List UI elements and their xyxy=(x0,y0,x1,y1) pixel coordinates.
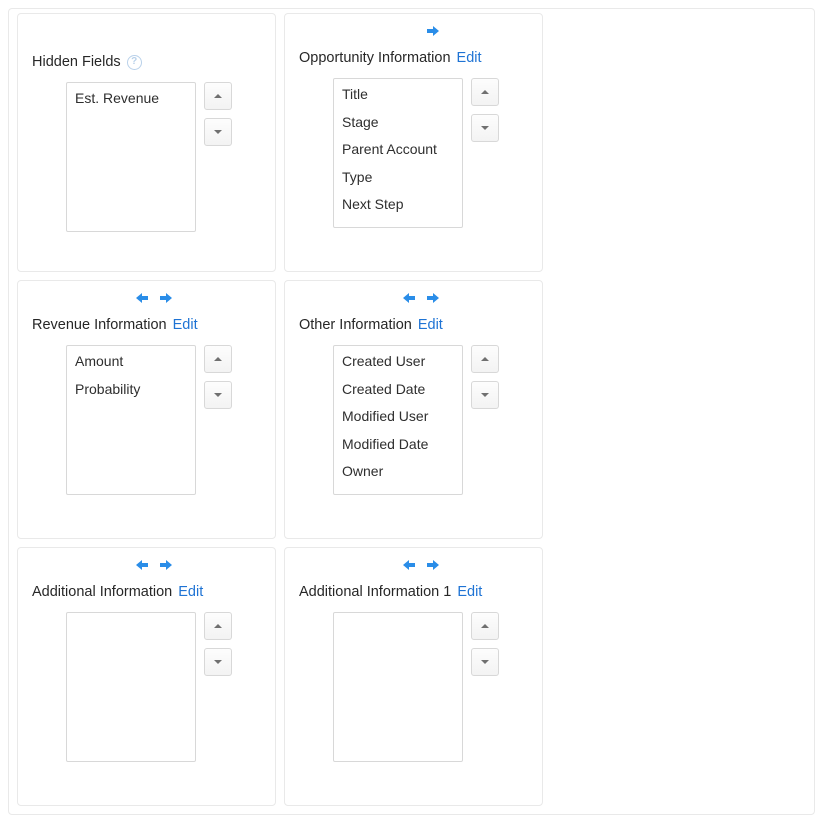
move-up-button[interactable] xyxy=(204,612,232,640)
help-icon[interactable]: ? xyxy=(127,55,142,70)
list-item[interactable]: Owner xyxy=(334,458,462,486)
section-body xyxy=(32,612,261,762)
section-title: Hidden Fields xyxy=(32,54,121,70)
cards-grid: Hidden Fields? Est. Revenue Opportunity In… xyxy=(17,13,806,806)
section-title: Opportunity Information xyxy=(299,50,451,66)
field-listbox[interactable] xyxy=(333,612,463,762)
list-item[interactable]: Modified User xyxy=(334,403,462,431)
list-item[interactable]: Type xyxy=(334,164,462,192)
section-header: Revenue Information Edit xyxy=(32,317,261,333)
list-item[interactable]: Amount xyxy=(67,348,195,376)
section-body: Est. Revenue xyxy=(32,82,261,232)
move-down-button[interactable] xyxy=(471,114,499,142)
move-down-button[interactable] xyxy=(204,381,232,409)
move-arrows xyxy=(32,289,261,307)
field-listbox[interactable]: TitleStageParent AccountTypeNext Step xyxy=(333,78,463,228)
edit-link[interactable]: Edit xyxy=(418,317,443,333)
move-right-icon[interactable] xyxy=(159,291,173,305)
move-right-icon[interactable] xyxy=(426,24,440,38)
field-listbox[interactable] xyxy=(66,612,196,762)
list-item[interactable]: Modified Date xyxy=(334,431,462,459)
reorder-buttons xyxy=(204,82,232,232)
move-arrows xyxy=(32,556,261,574)
move-arrows xyxy=(299,22,528,40)
move-up-button[interactable] xyxy=(471,345,499,373)
section-body: TitleStageParent AccountTypeNext Step xyxy=(299,78,528,228)
section-title: Additional Information 1 xyxy=(299,584,451,600)
section-header: Other Information Edit xyxy=(299,317,528,333)
list-item[interactable]: Title xyxy=(334,81,462,109)
move-left-icon[interactable] xyxy=(121,558,135,572)
section-header: Additional Information 1 Edit xyxy=(299,584,528,600)
list-item[interactable]: Parent Account xyxy=(334,136,462,164)
move-down-button[interactable] xyxy=(204,648,232,676)
move-left-icon[interactable] xyxy=(388,291,402,305)
list-item[interactable]: Created User xyxy=(334,348,462,376)
list-item[interactable]: Stage xyxy=(334,109,462,137)
edit-link[interactable]: Edit xyxy=(457,50,482,66)
section-body xyxy=(299,612,528,762)
move-up-button[interactable] xyxy=(204,82,232,110)
section-body: Created UserCreated DateModified UserMod… xyxy=(299,345,528,495)
section-header: Opportunity Information Edit xyxy=(299,50,528,66)
move-right-icon[interactable] xyxy=(159,558,173,572)
move-up-button[interactable] xyxy=(204,345,232,373)
section-title: Other Information xyxy=(299,317,412,333)
edit-link[interactable]: Edit xyxy=(178,584,203,600)
card-additional1: Additional Information 1 Edit xyxy=(284,547,543,806)
move-up-button[interactable] xyxy=(471,612,499,640)
move-arrows xyxy=(299,556,528,574)
section-title: Revenue Information xyxy=(32,317,167,333)
list-item[interactable]: Probability xyxy=(67,376,195,404)
move-up-button[interactable] xyxy=(471,78,499,106)
move-right-icon[interactable] xyxy=(426,291,440,305)
card-other: Other Information Edit Created UserCreated… xyxy=(284,280,543,539)
card-revenue: Revenue Information Edit AmountProbability xyxy=(17,280,276,539)
section-body: AmountProbability xyxy=(32,345,261,495)
edit-link[interactable]: Edit xyxy=(457,584,482,600)
move-left-icon[interactable] xyxy=(121,291,135,305)
section-header: Additional Information Edit xyxy=(32,584,261,600)
field-listbox[interactable]: Created UserCreated DateModified UserMod… xyxy=(333,345,463,495)
reorder-buttons xyxy=(204,345,232,495)
move-left-icon[interactable] xyxy=(388,558,402,572)
reorder-buttons xyxy=(471,345,499,495)
card-hidden: Hidden Fields? Est. Revenue xyxy=(17,13,276,272)
section-title: Additional Information xyxy=(32,584,172,600)
list-item[interactable]: Est. Revenue xyxy=(67,85,195,113)
edit-link[interactable]: Edit xyxy=(173,317,198,333)
section-header: Hidden Fields? xyxy=(32,54,261,70)
field-listbox[interactable]: Est. Revenue xyxy=(66,82,196,232)
reorder-buttons xyxy=(471,612,499,762)
reorder-buttons xyxy=(471,78,499,228)
move-down-button[interactable] xyxy=(471,381,499,409)
move-down-button[interactable] xyxy=(471,648,499,676)
move-arrows xyxy=(299,289,528,307)
move-down-button[interactable] xyxy=(204,118,232,146)
field-listbox[interactable]: AmountProbability xyxy=(66,345,196,495)
reorder-buttons xyxy=(204,612,232,762)
move-right-icon[interactable] xyxy=(426,558,440,572)
layout-panel: Hidden Fields? Est. Revenue Opportunity In… xyxy=(8,8,815,815)
card-opportunity: Opportunity Information Edit TitleStagePar… xyxy=(284,13,543,272)
card-additional: Additional Information Edit xyxy=(17,547,276,806)
list-item[interactable]: Created Date xyxy=(334,376,462,404)
list-item[interactable]: Next Step xyxy=(334,191,462,219)
